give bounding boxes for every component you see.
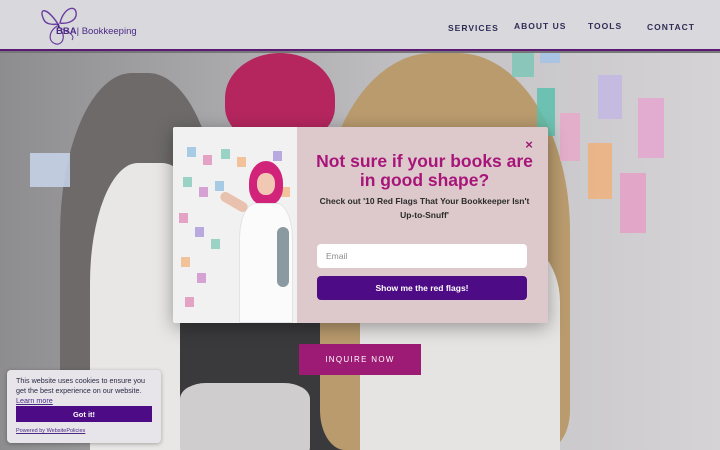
sticky-note bbox=[638, 98, 664, 158]
nav-tools[interactable]: TOOLS bbox=[588, 21, 622, 31]
sticky-note bbox=[187, 147, 196, 157]
nav-contact[interactable]: CONTACT bbox=[647, 22, 695, 32]
cookie-message: This website uses cookies to ensure you … bbox=[16, 376, 156, 406]
sticky-note bbox=[197, 273, 206, 283]
sticky-note bbox=[620, 173, 646, 233]
sticky-note bbox=[203, 155, 212, 165]
sticky-note bbox=[560, 113, 580, 161]
sticky-note bbox=[598, 75, 622, 119]
popup-title: Not sure if your books are in good shape… bbox=[316, 151, 533, 190]
close-icon[interactable]: × bbox=[523, 138, 535, 152]
sticky-note bbox=[588, 143, 612, 199]
hero-photo-shape bbox=[180, 383, 310, 450]
sticky-note bbox=[181, 257, 190, 267]
newsletter-popup: × Not sure if your books are in good sha… bbox=[173, 127, 548, 323]
submit-button[interactable]: Show me the red flags! bbox=[317, 276, 527, 300]
nav-about-us[interactable]: ABOUT US bbox=[514, 21, 566, 31]
main-nav: SERVICES ABOUT US TOOLS CONTACT bbox=[0, 0, 720, 51]
sticky-note bbox=[215, 181, 224, 191]
sticky-note bbox=[211, 239, 220, 249]
cookie-accept-button[interactable]: Got it! bbox=[16, 406, 152, 422]
sticky-note bbox=[183, 177, 192, 187]
sticky-note bbox=[195, 227, 204, 237]
sticky-note bbox=[199, 187, 208, 197]
popup-subtitle: Check out '10 Red Flags That Your Bookke… bbox=[319, 196, 530, 220]
cookie-banner: This website uses cookies to ensure you … bbox=[7, 370, 161, 443]
sticky-note bbox=[185, 297, 194, 307]
sticky-note bbox=[179, 213, 188, 223]
sticky-note bbox=[540, 53, 560, 63]
popup-person-face bbox=[257, 173, 275, 195]
sticky-note bbox=[273, 151, 282, 161]
powered-by-link[interactable]: Powered by WebsitePolicies bbox=[16, 428, 85, 434]
learn-more-link[interactable]: Learn more bbox=[16, 396, 53, 405]
popup-person-arm bbox=[218, 190, 250, 214]
nav-services[interactable]: SERVICES bbox=[448, 23, 499, 33]
email-field[interactable] bbox=[317, 244, 527, 268]
inquire-now-button[interactable]: INQUIRE NOW bbox=[299, 344, 421, 375]
sticky-note bbox=[221, 149, 230, 159]
cookie-message-text: This website uses cookies to ensure you … bbox=[16, 376, 146, 395]
popup-photo bbox=[173, 127, 297, 323]
sticky-note bbox=[237, 157, 246, 167]
popup-person-arm bbox=[277, 227, 289, 287]
sticky-note bbox=[512, 53, 534, 77]
site-header: BBA| Bookkeeping SERVICES ABOUT US TOOLS… bbox=[0, 0, 720, 51]
sticky-note bbox=[30, 153, 70, 187]
